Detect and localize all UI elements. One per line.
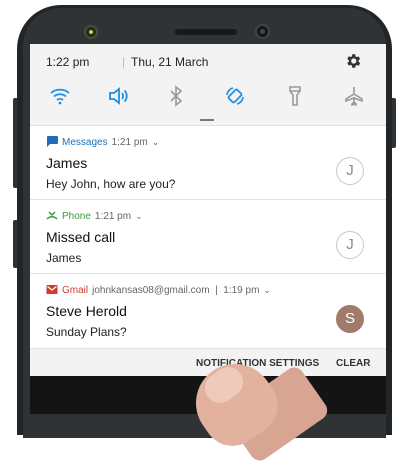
front-sensor [86,27,96,37]
gear-icon[interactable] [344,52,362,70]
messages-icon [46,136,58,147]
app-name: Phone [62,211,91,222]
gmail-icon [46,284,58,295]
chevron-down-icon[interactable]: ⌄ [152,137,160,148]
missed-call-icon [46,210,58,221]
status-separator: | [122,55,126,69]
earpiece-speaker [175,29,237,35]
notification-title: Steve Herold [46,303,127,319]
wifi-icon[interactable] [48,84,72,108]
sound-icon[interactable] [106,84,130,108]
auto-rotate-icon[interactable] [223,84,247,108]
status-date: Thu, 21 March [131,55,209,69]
notification-panel: 1:22 pm | Thu, 21 March Messages 1:21 pm… [30,44,386,414]
clear-button[interactable]: CLEAR [336,358,370,369]
notification-meta: johnkansas08@gmail.com | 1:19 pm [92,285,260,296]
chevron-down-icon[interactable]: ⌄ [135,211,143,222]
bluetooth-icon[interactable] [164,84,188,108]
notification-title: Missed call [46,229,116,245]
notification-body: Sunday Plans? [46,325,127,339]
avatar: J [336,231,364,259]
front-camera [257,26,268,37]
status-time: 1:22 pm [46,55,90,69]
app-name: Messages [62,137,108,148]
notification-card-messages[interactable]: Messages 1:21 pm ⌄ James Hey John, how are… [30,125,386,200]
chevron-down-icon[interactable]: ⌄ [263,285,271,296]
notification-header: Messages 1:21 pm ⌄ [46,136,159,148]
notification-card-phone[interactable]: Phone 1:21 pm ⌄ Missed call James J [30,199,386,274]
avatar: J [336,157,364,185]
phone-device: 1:22 pm | Thu, 21 March Messages 1:21 pm… [0,0,403,464]
notification-time: 1:21 pm [94,211,132,222]
notification-settings-button[interactable]: NOTIFICATION SETTINGS [196,358,319,369]
notification-body: Hey John, how are you? [46,177,176,191]
notification-body: James [46,251,82,265]
notification-header: Gmail johnkansas08@gmail.com | 1:19 pm ⌄ [46,284,271,296]
flashlight-icon[interactable] [283,84,307,108]
quick-settings-row [30,82,386,112]
avatar: S [336,305,364,333]
panel-drag-handle[interactable] [200,119,214,121]
notification-card-gmail[interactable]: Gmail johnkansas08@gmail.com | 1:19 pm ⌄ S… [30,273,386,349]
notification-actions: NOTIFICATION SETTINGS CLEAR [30,348,386,377]
notification-header: Phone 1:21 pm ⌄ [46,210,143,222]
status-row: 1:22 pm | Thu, 21 March [30,44,386,78]
notification-time: 1:21 pm [111,137,148,148]
airplane-mode-icon[interactable] [342,84,366,108]
app-name: Gmail [62,285,89,296]
notification-title: James [46,155,88,171]
